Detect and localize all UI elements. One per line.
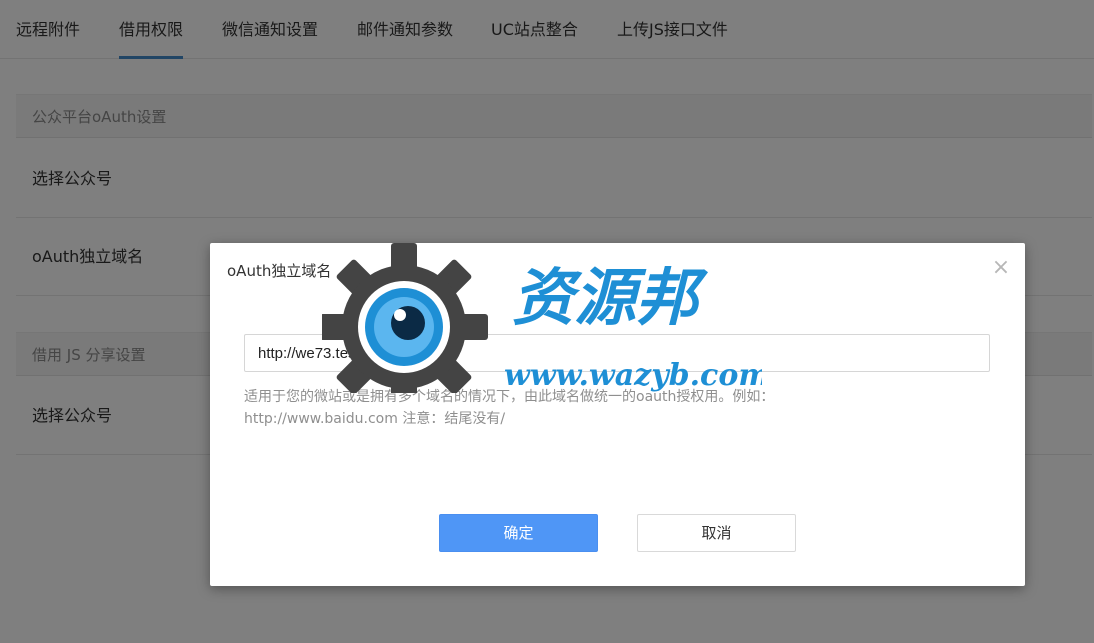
confirm-button[interactable]: 确定 [439,514,598,552]
help-line-1: 适用于您的微站或是拥有多个域名的情况下，由此域名做统一的oauth授权用。例如： [244,389,775,405]
oauth-domain-input[interactable] [244,334,990,372]
oauth-domain-dialog: oAuth独立域名 × 适用于您的微站或是拥有多个域名的情况下，由此域名做统一的… [210,243,1025,586]
help-line-2: http://www.baidu.com 注意：结尾没有/ [244,411,506,427]
dialog-title: oAuth独立域名 [227,262,332,280]
close-icon[interactable]: × [990,257,1012,279]
help-text: 适用于您的微站或是拥有多个域名的情况下，由此域名做统一的oauth授权用。例如：… [244,386,990,430]
cancel-button[interactable]: 取消 [637,514,796,552]
